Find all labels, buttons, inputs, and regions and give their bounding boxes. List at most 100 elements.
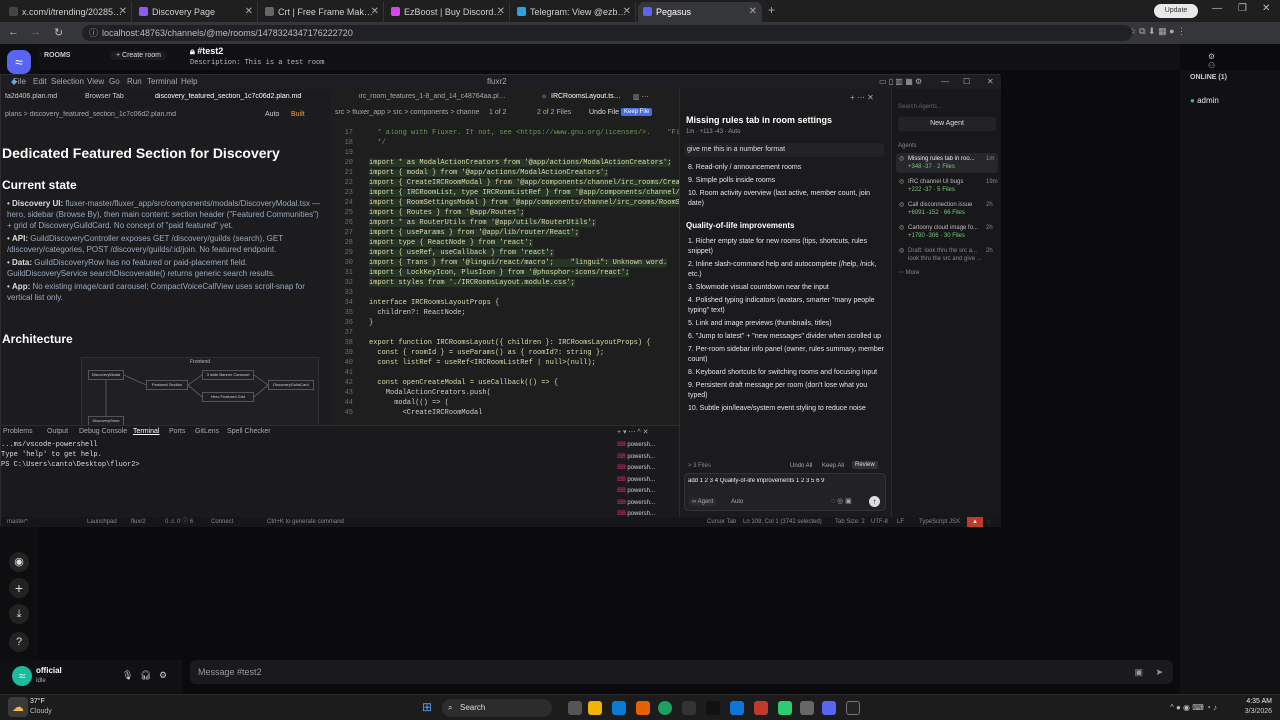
close-window-icon[interactable]: ✕: [1262, 3, 1270, 14]
editor-tab-active[interactable]: IRCRoomsLayout.tsx U: [551, 93, 623, 100]
menu-run[interactable]: Run: [127, 75, 142, 89]
task-view-icon[interactable]: [568, 701, 582, 715]
tab-debug-console[interactable]: Debug Console: [79, 428, 127, 435]
agent-item[interactable]: Cartoony cloud image fo... 2h +1790 -306…: [896, 222, 998, 242]
close-icon[interactable]: ✕: [987, 75, 994, 89]
code-line[interactable]: <CreateIRCRoomModal: [369, 409, 483, 417]
forward-icon[interactable]: →: [30, 26, 41, 38]
undo-all-button[interactable]: Undo All: [790, 463, 812, 469]
agent-mode-select[interactable]: ∞ Agent: [689, 498, 717, 506]
code-line[interactable]: import { useParams } from '@app/lib/rout…: [369, 229, 580, 237]
code-line[interactable]: export function IRCRoomsLayout({ childre…: [369, 339, 650, 347]
terminal-session[interactable]: ⌨︎ powersh...: [617, 463, 677, 475]
warning-icon[interactable]: ▲: [967, 517, 983, 527]
browser-tab[interactable]: Telegram: View @ezboostdc ✕: [512, 2, 636, 22]
chrome-icon[interactable]: [658, 701, 672, 715]
url-input[interactable]: ⓘ localhost:48763/channels/@me/rooms/1478…: [82, 25, 1132, 41]
tab-ports[interactable]: Ports: [169, 428, 185, 435]
notifications-icon[interactable]: ◌: [987, 517, 991, 527]
keep-all-button[interactable]: Keep All: [822, 463, 844, 469]
add-server-icon[interactable]: +: [9, 578, 29, 598]
tiktok-icon[interactable]: [706, 701, 720, 715]
tab-gitlens[interactable]: GitLens: [195, 428, 219, 435]
code-line[interactable]: const listRef = useRef<IRCRoomListRef | …: [369, 359, 595, 367]
code-line[interactable]: }: [369, 319, 373, 327]
help-icon[interactable]: ?: [9, 632, 29, 652]
close-icon[interactable]: ✕: [371, 2, 379, 22]
settings-gear-icon[interactable]: ⚙: [159, 670, 167, 681]
create-room-button[interactable]: + Create room: [110, 51, 167, 60]
changed-files-toggle[interactable]: > 3 Files: [688, 463, 711, 469]
member-item[interactable]: ● admin: [1190, 96, 1219, 105]
code-line[interactable]: import * as RouterUtils from '@app/utils…: [369, 219, 596, 227]
undo-file-button[interactable]: Undo File: [589, 109, 619, 116]
new-tab-button[interactable]: +: [768, 3, 775, 17]
connect-button[interactable]: Connect: [211, 517, 233, 527]
code-line[interactable]: import { IRCRoomList, type IRCRoomListRe…: [369, 189, 679, 197]
layout-icons[interactable]: ▭ ▯ ▥ ▦ ⚙: [879, 75, 922, 89]
editor-tab[interactable]: fa2d406.plan.md: [5, 93, 57, 100]
code-line[interactable]: ModalActionCreators.push(: [369, 389, 491, 397]
review-button[interactable]: Review: [852, 461, 878, 469]
keep-file-button[interactable]: Keep File: [621, 108, 653, 116]
minimize-icon[interactable]: —: [1212, 3, 1222, 14]
cursor-position[interactable]: Ln 109, Col 1 (3742 selected): [743, 517, 822, 527]
image-upload-icon[interactable]: ▣: [1134, 660, 1143, 684]
file-explorer-icon[interactable]: [588, 701, 602, 715]
code-line[interactable]: import type { ReactNode } from 'react';: [369, 239, 533, 247]
send-icon[interactable]: ➤: [1155, 660, 1163, 684]
cursor-app-icon[interactable]: [846, 701, 860, 715]
code-line[interactable]: import { Routes } from '@app/Routes';: [369, 209, 525, 217]
tab-output[interactable]: Output: [47, 428, 68, 435]
code-line[interactable]: import { LockKeyIcon, PlusIcon } from '@…: [369, 269, 630, 277]
browser-tab-active[interactable]: Pegasus ✕: [638, 2, 762, 22]
code-line[interactable]: interface IRCRoomsLayoutProps {: [369, 299, 499, 307]
editor-tab[interactable]: Browser Tab: [85, 93, 124, 100]
weather-icon[interactable]: ☁: [8, 697, 28, 717]
menu-terminal[interactable]: Terminal: [147, 75, 177, 89]
chat-actions-icon[interactable]: + ⋯ ✕: [850, 93, 874, 102]
code-line[interactable]: import styles from './IRCRoomsLayout.mod…: [369, 279, 575, 287]
code-line[interactable]: modal(() => (: [369, 399, 449, 407]
agent-item-active[interactable]: Missing rules tab in roo... 1m +348 -37 …: [896, 153, 998, 173]
chat-input[interactable]: add 1 2 3 4 Quality-of-life improvements…: [684, 473, 886, 511]
agents-search-input[interactable]: Search Agents...: [898, 101, 996, 113]
explore-icon[interactable]: ◉: [9, 552, 29, 572]
firefox-icon[interactable]: [636, 701, 650, 715]
app-logo-icon[interactable]: ≈: [7, 50, 31, 74]
code-line[interactable]: import { useRef, useCallback } from 'rea…: [369, 249, 554, 257]
browser-tab[interactable]: Discovery Page ✕: [134, 2, 258, 22]
close-icon[interactable]: ✕: [497, 2, 505, 22]
terminal-session[interactable]: ⌨︎ powersh...: [617, 440, 677, 452]
code-line[interactable]: */: [369, 139, 385, 147]
menu-go[interactable]: Go: [109, 75, 120, 89]
launchpad[interactable]: Launchpad: [87, 517, 117, 527]
close-icon[interactable]: ✕: [245, 2, 253, 22]
code-line[interactable]: import { modal } from '@app/actions/Moda…: [369, 169, 609, 177]
code-line[interactable]: * along with Fluxer. If not, see <https:…: [369, 129, 679, 137]
app-icon[interactable]: [754, 701, 768, 715]
terminal-output[interactable]: ...ms/vscode-powershell Type 'help' to g…: [1, 440, 140, 470]
code-line[interactable]: const openCreateModal = useCallback(() =…: [369, 379, 558, 387]
split-editor-icon[interactable]: ▥ ⋯: [633, 93, 649, 101]
diff-files[interactable]: 2 of 2 Files: [537, 109, 571, 116]
send-icon[interactable]: ↑: [869, 496, 880, 507]
back-icon[interactable]: ←: [8, 26, 19, 38]
browser-tab[interactable]: x.com/i/trending/2028597352...✕: [4, 2, 132, 22]
minimize-icon[interactable]: —: [941, 75, 949, 89]
app-icon[interactable]: [682, 701, 696, 715]
code-line[interactable]: import { Trans } from '@lingui/react/mac…: [369, 259, 668, 267]
terminal-session[interactable]: ⌨︎ powersh...: [617, 498, 677, 510]
plan-mode[interactable]: Auto: [265, 111, 279, 118]
menu-help[interactable]: Help: [181, 75, 197, 89]
more-agents-button[interactable]: ⋯ More: [898, 269, 919, 277]
code-line[interactable]: import * as ModalActionCreators from '@a…: [369, 159, 672, 167]
tab-spell-checker[interactable]: Spell Checker: [227, 428, 271, 435]
download-icon[interactable]: ⤓: [9, 604, 29, 624]
cursor-tab[interactable]: Cursor Tab: [707, 517, 736, 527]
code-line[interactable]: import { CreateIRCRoomModal } from '@app…: [369, 179, 679, 187]
menu-file[interactable]: File: [13, 75, 26, 89]
edge-icon[interactable]: [612, 701, 626, 715]
app-icon[interactable]: [778, 701, 792, 715]
close-icon[interactable]: ✕: [749, 2, 757, 22]
